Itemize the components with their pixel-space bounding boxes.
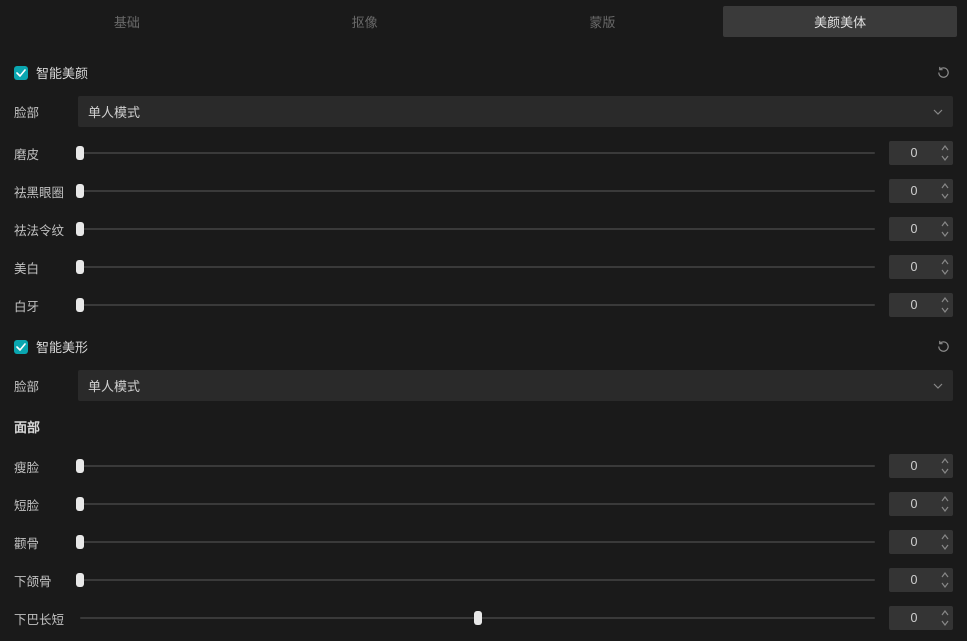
beauty-slider-track[interactable]	[80, 190, 875, 192]
reset-icon[interactable]	[934, 337, 953, 356]
beauty-slider-row: 祛法令纹 0	[14, 217, 953, 241]
beauty-spin-input[interactable]: 0	[889, 141, 953, 165]
beauty-slider-thumb[interactable]	[76, 260, 84, 274]
section-title-smart-beauty: 智能美颜	[36, 63, 88, 82]
face-label-b: 脸部	[14, 376, 66, 395]
tab-basic[interactable]: 基础	[10, 6, 244, 37]
spin-down-icon[interactable]	[939, 467, 951, 476]
face-mode-row-b: 脸部 单人模式	[14, 370, 953, 401]
spin-down-icon[interactable]	[939, 619, 951, 628]
beauty-spin-input[interactable]: 0	[889, 255, 953, 279]
spin-up-icon[interactable]	[939, 258, 951, 267]
tab-keying[interactable]: 抠像	[248, 6, 482, 37]
spin-up-icon[interactable]	[939, 144, 951, 153]
beauty-slider-track[interactable]	[80, 152, 875, 154]
shape-slider-label: 短脸	[14, 495, 66, 514]
beauty-slider-row: 美白 0	[14, 255, 953, 279]
chevron-down-icon	[933, 107, 943, 117]
face-label-a: 脸部	[14, 102, 66, 121]
shape-slider-track[interactable]	[80, 617, 875, 619]
spin-down-icon[interactable]	[939, 268, 951, 277]
spin-down-icon[interactable]	[939, 230, 951, 239]
beauty-slider-label: 祛黑眼圈	[14, 182, 66, 201]
smart-shape-sliders: 瘦脸 0 短脸 0 颧骨 0 下颌骨 0 下巴长短 0	[14, 454, 953, 630]
shape-slider-row: 下巴长短 0	[14, 606, 953, 630]
smart-beauty-checkbox[interactable]	[14, 66, 28, 80]
beauty-slider-track[interactable]	[80, 228, 875, 230]
shape-slider-track[interactable]	[80, 541, 875, 543]
section-smart-beauty-header: 智能美颜	[14, 63, 953, 82]
spin-up-icon[interactable]	[939, 296, 951, 305]
beauty-slider-row: 祛黑眼圈 0	[14, 179, 953, 203]
spin-up-icon[interactable]	[939, 457, 951, 466]
beauty-slider-label: 祛法令纹	[14, 220, 66, 239]
spin-up-icon[interactable]	[939, 495, 951, 504]
spin-up-icon[interactable]	[939, 220, 951, 229]
shape-slider-thumb[interactable]	[76, 573, 84, 587]
beauty-slider-thumb[interactable]	[76, 298, 84, 312]
face-mode-select-b[interactable]: 单人模式	[78, 370, 953, 401]
face-subheading: 面部	[14, 417, 953, 436]
shape-spin-input[interactable]: 0	[889, 568, 953, 592]
shape-slider-row: 颧骨 0	[14, 530, 953, 554]
shape-slider-thumb[interactable]	[76, 497, 84, 511]
spin-down-icon[interactable]	[939, 543, 951, 552]
reset-icon[interactable]	[934, 63, 953, 82]
spin-up-icon[interactable]	[939, 533, 951, 542]
spin-down-icon[interactable]	[939, 306, 951, 315]
beauty-spin-input[interactable]: 0	[889, 179, 953, 203]
section-smart-shape-header: 智能美形	[14, 337, 953, 356]
shape-slider-track[interactable]	[80, 465, 875, 467]
shape-slider-label: 下颌骨	[14, 571, 66, 590]
beauty-slider-row: 白牙 0	[14, 293, 953, 317]
face-mode-select-a[interactable]: 单人模式	[78, 96, 953, 127]
shape-slider-row: 短脸 0	[14, 492, 953, 516]
shape-slider-label: 下巴长短	[14, 609, 66, 628]
spin-up-icon[interactable]	[939, 571, 951, 580]
face-mode-value-b: 单人模式	[88, 376, 140, 395]
shape-spin-input[interactable]: 0	[889, 454, 953, 478]
spin-down-icon[interactable]	[939, 505, 951, 514]
shape-spin-input[interactable]: 0	[889, 606, 953, 630]
spin-down-icon[interactable]	[939, 154, 951, 163]
spin-up-icon[interactable]	[939, 182, 951, 191]
beauty-slider-thumb[interactable]	[76, 222, 84, 236]
face-mode-value-a: 单人模式	[88, 102, 140, 121]
beauty-slider-row: 磨皮 0	[14, 141, 953, 165]
beauty-spin-input[interactable]: 0	[889, 217, 953, 241]
beauty-slider-label: 磨皮	[14, 144, 66, 163]
spin-up-icon[interactable]	[939, 609, 951, 618]
section-title-smart-shape: 智能美形	[36, 337, 88, 356]
shape-slider-row: 下颌骨 0	[14, 568, 953, 592]
shape-slider-thumb[interactable]	[76, 535, 84, 549]
shape-slider-thumb[interactable]	[474, 611, 482, 625]
beauty-slider-thumb[interactable]	[76, 146, 84, 160]
shape-spin-input[interactable]: 0	[889, 492, 953, 516]
top-tabs: 基础 抠像 蒙版 美颜美体	[0, 0, 967, 41]
smart-shape-checkbox[interactable]	[14, 340, 28, 354]
spin-down-icon[interactable]	[939, 581, 951, 590]
shape-slider-track[interactable]	[80, 579, 875, 581]
beauty-slider-label: 美白	[14, 258, 66, 277]
face-mode-row-a: 脸部 单人模式	[14, 96, 953, 127]
beauty-slider-label: 白牙	[14, 296, 66, 315]
smart-beauty-sliders: 磨皮 0 祛黑眼圈 0 祛法令纹 0 美白 0 白牙 0	[14, 141, 953, 317]
beauty-slider-track[interactable]	[80, 304, 875, 306]
shape-slider-thumb[interactable]	[76, 459, 84, 473]
content-panel: 智能美颜 脸部 单人模式 磨皮 0 祛黑眼圈 0 祛法令纹 0 美白 0 白牙 0 智能美形 脸部…	[0, 41, 967, 630]
beauty-slider-track[interactable]	[80, 266, 875, 268]
spin-down-icon[interactable]	[939, 192, 951, 201]
tab-beauty[interactable]: 美颜美体	[723, 6, 957, 37]
shape-slider-row: 瘦脸 0	[14, 454, 953, 478]
shape-spin-input[interactable]: 0	[889, 530, 953, 554]
beauty-spin-input[interactable]: 0	[889, 293, 953, 317]
shape-slider-label: 瘦脸	[14, 457, 66, 476]
shape-slider-label: 颧骨	[14, 533, 66, 552]
beauty-slider-thumb[interactable]	[76, 184, 84, 198]
tab-mask[interactable]: 蒙版	[486, 6, 720, 37]
shape-slider-track[interactable]	[80, 503, 875, 505]
chevron-down-icon	[933, 381, 943, 391]
